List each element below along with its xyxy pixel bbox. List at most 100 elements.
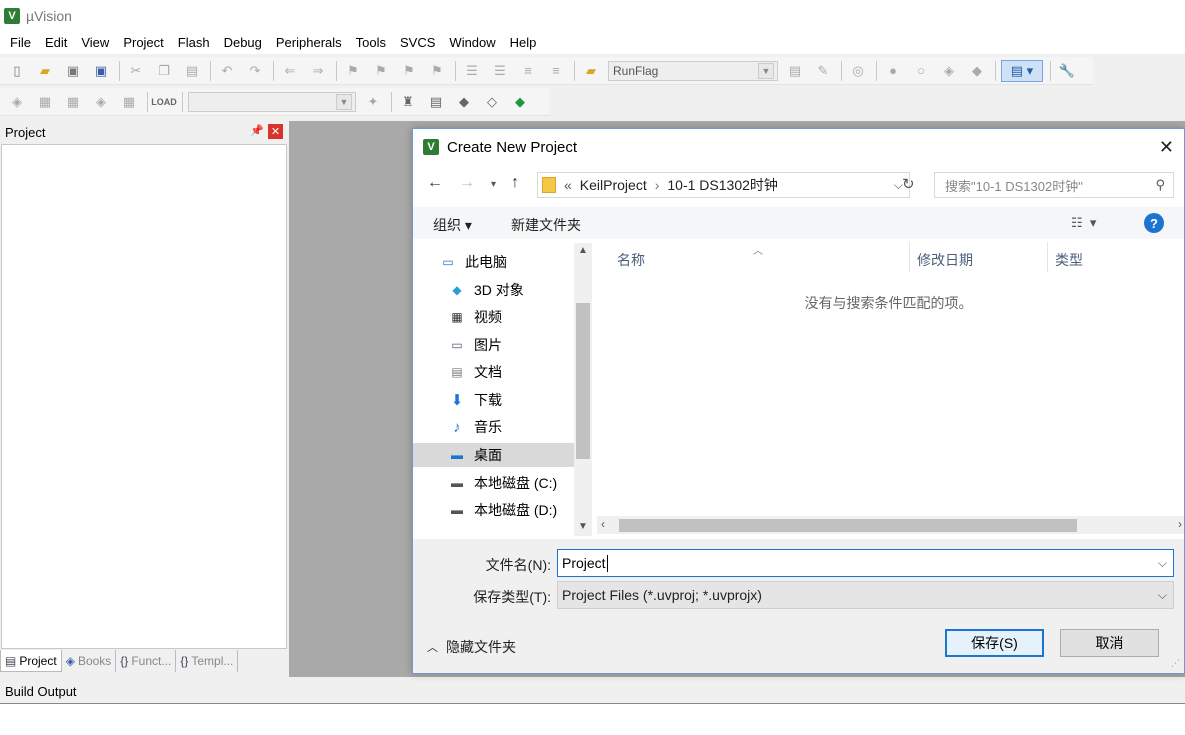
build-icon[interactable]: ▦: [34, 91, 56, 113]
redo-icon[interactable]: ↷: [244, 60, 266, 82]
refresh-icon[interactable]: ↻: [902, 175, 915, 193]
file-extensions-icon[interactable]: ♜: [397, 91, 419, 113]
menu-project[interactable]: Project: [116, 32, 170, 54]
pack-installer-icon[interactable]: ◇: [481, 91, 503, 113]
translate-icon[interactable]: ◈: [6, 91, 28, 113]
save-icon[interactable]: ▣: [62, 60, 84, 82]
nav-scrollbar[interactable]: ▲ ▼: [574, 243, 592, 536]
menu-svcs[interactable]: SVCS: [393, 32, 442, 54]
close-icon[interactable]: ✕: [268, 124, 283, 139]
tab-templates[interactable]: {} Templ...: [176, 650, 239, 672]
filetype-select[interactable]: Project Files (*.uvproj; *.uvprojx) ⌵: [557, 581, 1174, 609]
target-combo[interactable]: RunFlag ▼: [608, 60, 778, 81]
menu-peripherals[interactable]: Peripherals: [269, 32, 349, 54]
nav-desktop[interactable]: ▬ 桌面: [413, 443, 574, 467]
paste-icon[interactable]: ▤: [181, 60, 203, 82]
target-options-icon[interactable]: ✦: [362, 91, 384, 113]
chevron-down-icon[interactable]: ⌵: [1158, 556, 1167, 571]
nav-music[interactable]: ♪ 音乐: [448, 415, 502, 439]
save-all-icon[interactable]: ▣: [90, 60, 112, 82]
nav-back-icon[interactable]: ⇐: [279, 60, 301, 82]
tab-functions[interactable]: {} Funct...: [116, 650, 177, 672]
breadcrumb-item[interactable]: 10-1 DS1302时钟: [667, 175, 778, 195]
select-packs-icon[interactable]: ◆: [453, 91, 475, 113]
build-output-pane[interactable]: [0, 703, 1185, 735]
configure-icon[interactable]: 🔧: [1056, 60, 1078, 82]
pin-icon[interactable]: 📌: [250, 124, 264, 137]
help-icon[interactable]: ?: [1144, 213, 1164, 233]
menu-flash[interactable]: Flash: [171, 32, 217, 54]
search-input[interactable]: 搜索"10-1 DS1302时钟" ⚲: [934, 172, 1174, 198]
cut-icon[interactable]: ✂: [125, 60, 147, 82]
chevron-down-icon[interactable]: ▼: [578, 521, 588, 532]
breakpoint-disable-all-icon[interactable]: ◈: [938, 60, 960, 82]
breakpoint-kill-all-icon[interactable]: ◆: [966, 60, 988, 82]
save-button[interactable]: 保存(S): [945, 629, 1044, 657]
cancel-button[interactable]: 取消: [1060, 629, 1159, 657]
run-time-env-icon[interactable]: ◆: [509, 91, 531, 113]
undo-icon[interactable]: ↶: [216, 60, 238, 82]
organize-button[interactable]: 组织 ▾: [433, 215, 472, 235]
bookmark-icon[interactable]: ⚑: [342, 60, 364, 82]
new-file-icon[interactable]: ▯: [6, 60, 28, 82]
breakpoint-disable-icon[interactable]: ○: [910, 60, 932, 82]
recent-locations-icon[interactable]: ▾: [491, 179, 496, 190]
nav-downloads[interactable]: ⬇ 下载: [448, 388, 502, 412]
nav-drive-c[interactable]: ▬ 本地磁盘 (C:): [448, 471, 557, 495]
batch-build-icon[interactable]: ◈: [90, 91, 112, 113]
scrollbar-thumb[interactable]: [576, 303, 590, 459]
tab-books[interactable]: ◈ Books: [62, 650, 117, 672]
address-bar[interactable]: « KeilProject › 10-1 DS1302时钟 ⌵: [537, 172, 910, 198]
manage-components-icon[interactable]: ▤: [425, 91, 447, 113]
nav-3d-objects[interactable]: ◆ 3D 对象: [448, 278, 523, 302]
breakpoint-icon[interactable]: ●: [882, 60, 904, 82]
nav-pictures[interactable]: ▭ 图片: [448, 333, 502, 357]
nav-drive-d[interactable]: ▬ 本地磁盘 (D:): [448, 498, 557, 522]
bookmark-next-icon[interactable]: ⚑: [398, 60, 420, 82]
menu-window[interactable]: Window: [442, 32, 502, 54]
close-icon[interactable]: ✕: [1159, 137, 1174, 158]
nav-forward-icon[interactable]: ⇒: [307, 60, 329, 82]
nav-this-pc[interactable]: ▭ 此电脑: [439, 250, 507, 274]
open-folder-icon[interactable]: ▰: [34, 60, 56, 82]
select-target-combo[interactable]: ▼: [188, 91, 356, 112]
project-tree[interactable]: [1, 144, 287, 649]
new-folder-button[interactable]: 新建文件夹: [511, 215, 581, 235]
column-type[interactable]: 类型: [1055, 250, 1083, 270]
start-debug-icon[interactable]: ◎: [847, 60, 869, 82]
download-icon[interactable]: LOAD: [151, 91, 177, 113]
indent-icon[interactable]: ☰: [461, 60, 483, 82]
menu-tools[interactable]: Tools: [349, 32, 393, 54]
menu-debug[interactable]: Debug: [217, 32, 269, 54]
uncomment-icon[interactable]: ≡: [545, 60, 567, 82]
forward-arrow-icon[interactable]: →: [459, 174, 475, 192]
chevron-left-icon[interactable]: ‹: [601, 517, 605, 531]
tab-project[interactable]: ▤ Project: [0, 650, 62, 672]
unindent-icon[interactable]: ☰: [489, 60, 511, 82]
filename-field[interactable]: Project ⌵: [557, 549, 1174, 577]
view-options-icon[interactable]: ☷ ▾: [1071, 215, 1096, 231]
file-list-scrollbar[interactable]: ‹ ›: [597, 516, 1184, 534]
up-arrow-icon[interactable]: ↑: [511, 174, 519, 192]
back-arrow-icon[interactable]: ←: [427, 174, 443, 192]
comment-icon[interactable]: ≡: [517, 60, 539, 82]
file-list[interactable]: ︿ 名称 修改日期 类型 没有与搜索条件匹配的项。 ➤ ‹ ›: [593, 242, 1184, 591]
hide-folders-toggle[interactable]: ︿ 隐藏文件夹: [427, 637, 516, 657]
stop-build-icon[interactable]: ▦: [118, 91, 140, 113]
menu-help[interactable]: Help: [503, 32, 544, 54]
chevron-right-icon[interactable]: ›: [1178, 517, 1182, 531]
resize-grip-icon[interactable]: ⋰: [1171, 658, 1180, 669]
menu-view[interactable]: View: [74, 32, 116, 54]
column-date-modified[interactable]: 修改日期: [917, 250, 973, 270]
window-layout-icon[interactable]: ▤ ▾: [1001, 59, 1043, 82]
nav-videos[interactable]: ▦ 视频: [448, 305, 502, 329]
bookmark-clear-icon[interactable]: ⚑: [426, 60, 448, 82]
bookmark-prev-icon[interactable]: ⚑: [370, 60, 392, 82]
scrollbar-thumb[interactable]: [619, 519, 1077, 532]
column-name[interactable]: 名称: [617, 250, 645, 270]
find-in-files-icon[interactable]: ▰: [580, 60, 602, 82]
breadcrumb-item[interactable]: KeilProject: [580, 177, 647, 193]
copy-icon[interactable]: ❐: [153, 60, 175, 82]
find-icon[interactable]: ▤: [784, 60, 806, 82]
chevron-up-icon[interactable]: ▲: [578, 245, 588, 256]
